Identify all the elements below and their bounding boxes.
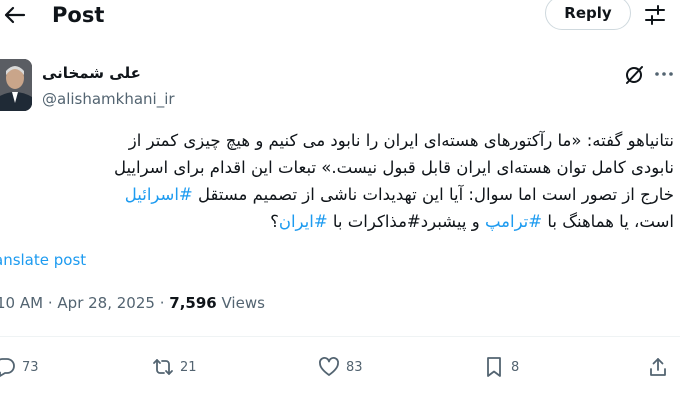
heart-icon — [319, 357, 339, 376]
post-date[interactable]: Apr 28, 2025 — [57, 294, 155, 312]
bookmark-action[interactable]: 8 — [483, 355, 519, 379]
settings-sliders-icon[interactable] — [643, 3, 667, 27]
post-meta: 10 AM · Apr 28, 2025 · 7,596 Views — [0, 293, 265, 313]
divider — [0, 336, 680, 337]
tweet-line-3: خارج از تصور است اما سوال: آیا این تهدید… — [0, 181, 674, 208]
back-arrow-icon[interactable] — [2, 0, 28, 30]
more-options-icon[interactable] — [654, 69, 674, 79]
tweet-line-4: است، یا هماهنگ با #ترامپ و پیشبرد#مذاکرا… — [0, 208, 674, 235]
tweet-line-4-text-a: است، یا هماهنگ با — [547, 212, 674, 231]
translate-post-link[interactable]: anslate post — [0, 250, 86, 270]
reply-button[interactable]: Reply — [545, 0, 631, 30]
author-display-name[interactable]: علی شمخانی — [42, 63, 141, 83]
reply-bubble-icon — [0, 358, 15, 377]
like-count: 83 — [346, 359, 363, 375]
tweet-line-4-text-b: و پیشبرد#مذاکرات با — [332, 212, 480, 231]
repost-count: 21 — [180, 359, 197, 375]
reply-count: 73 — [22, 359, 39, 375]
tweet-text: نتانیاهو گفته: «ما رآکتورهای هسته‌ای ایر… — [0, 127, 674, 235]
tweet-line-1: نتانیاهو گفته: «ما رآکتورهای هسته‌ای ایر… — [128, 131, 674, 150]
tweet-line-3-text: خارج از تصور است اما سوال: آیا این تهدید… — [198, 185, 674, 204]
share-icon — [650, 358, 666, 376]
views-count: 7,596 — [169, 294, 217, 312]
post-time[interactable]: 10 AM — [0, 294, 43, 312]
tweet-line-4-end: ؟ — [270, 212, 279, 231]
share-action[interactable] — [647, 355, 669, 379]
hashtag-israel-link[interactable]: #اسرائیل — [125, 185, 193, 204]
author-handle[interactable]: @alishamkhani_ir — [42, 89, 175, 109]
reply-action[interactable]: 73 — [0, 355, 39, 379]
avatar[interactable] — [0, 59, 32, 111]
bookmark-count: 8 — [511, 359, 520, 375]
like-action[interactable]: 83 — [318, 355, 363, 379]
tweet-line-2: نابودی کامل توان هسته‌ای ایران قابل قبول… — [113, 158, 674, 177]
bookmark-icon — [487, 357, 501, 377]
page-title: Post — [52, 3, 105, 27]
repost-icon — [153, 359, 173, 375]
grok-icon[interactable] — [623, 64, 645, 86]
hashtag-trump-link[interactable]: #ترامپ — [485, 212, 542, 231]
views-label: Views — [221, 294, 265, 312]
avatar-portrait-icon — [0, 59, 32, 111]
repost-action[interactable]: 21 — [152, 355, 197, 379]
meta-separator: · — [47, 294, 53, 312]
meta-separator: · — [159, 294, 165, 312]
hashtag-iran-link[interactable]: #ایران — [279, 212, 328, 231]
